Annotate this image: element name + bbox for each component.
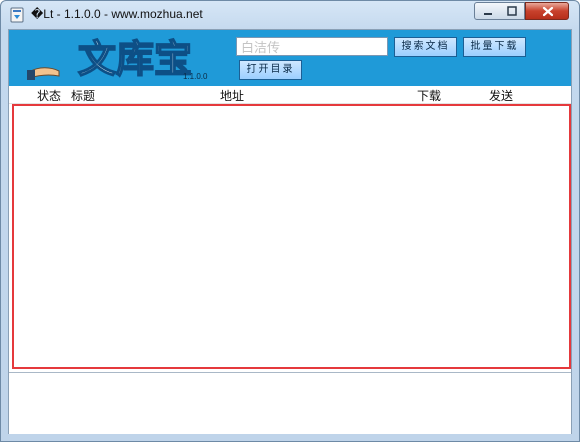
- open-folder-button[interactable]: 打开目录: [239, 60, 302, 80]
- column-header-download[interactable]: 下载: [417, 87, 441, 104]
- version-label: 1.1.0.0: [183, 72, 208, 81]
- search-input[interactable]: [236, 37, 388, 56]
- maximize-button[interactable]: [499, 2, 525, 20]
- column-header-title[interactable]: 标题: [71, 87, 95, 104]
- title-bar[interactable]: �Lt - 1.1.0.0 - www.mozhua.net: [1, 1, 579, 29]
- app-icon: [9, 7, 25, 23]
- close-button[interactable]: [525, 2, 569, 20]
- banner: 文库宝 1.1.0.0 搜索文档 批量下载 打开目录: [9, 30, 571, 86]
- column-header-status[interactable]: 状态: [37, 87, 61, 104]
- column-header-url[interactable]: 地址: [220, 87, 244, 104]
- log-panel[interactable]: [9, 372, 571, 434]
- table-header: 状态 标题 地址 下载 发送: [9, 86, 571, 104]
- logo-text: 文库宝: [78, 37, 192, 81]
- search-button[interactable]: 搜索文档: [394, 37, 457, 57]
- column-header-send[interactable]: 发送: [489, 87, 513, 104]
- minimize-button[interactable]: [474, 2, 500, 20]
- client-area: 文库宝 1.1.0.0 搜索文档 批量下载 打开目录 状态 标题 地址 下载 发…: [8, 29, 572, 434]
- window-title: �Lt - 1.1.0.0 - www.mozhua.net: [31, 7, 203, 21]
- app-window: �Lt - 1.1.0.0 - www.mozhua.net 文库宝 1.1.0…: [0, 0, 580, 442]
- batch-download-button[interactable]: 批量下载: [463, 37, 526, 57]
- results-list[interactable]: [12, 104, 571, 369]
